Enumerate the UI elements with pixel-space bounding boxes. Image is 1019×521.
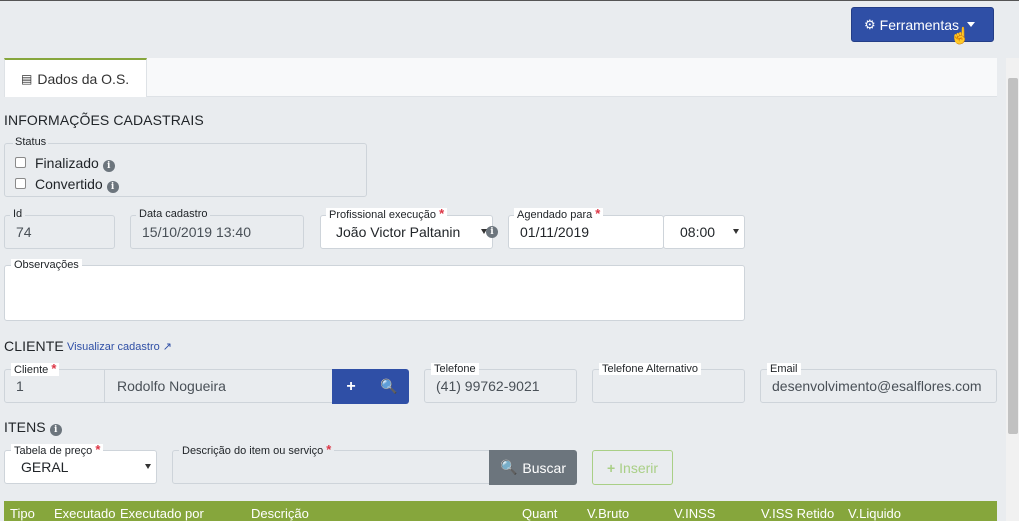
visualizar-cadastro-link[interactable]: Visualizar cadastro ↗ [67,340,172,353]
ferramentas-label: Ferramentas [879,16,960,33]
info-icon: i [49,424,62,436]
agendado-label: Agendado para * [514,206,604,221]
required-icon: * [51,361,57,376]
data-cadastro-field: 15/10/2019 13:40 [130,215,304,249]
external-link-icon: ↗ [162,341,173,353]
section-title-itens: ITENS i [4,419,62,436]
section-title-cliente: CLIENTE [4,338,64,354]
th-tipo: Tipo [10,506,35,521]
required-icon: * [595,206,601,221]
th-v-liquido: V.Liquido [848,506,902,521]
descricao-label: Descrição do item ou serviço * [179,442,335,457]
telefone-label: Telefone [431,363,479,375]
th-quant: Quant [522,506,558,521]
cliente-name-field: Rodolfo Nogueira [104,369,333,403]
th-v-bruto: V.Bruto [587,506,630,521]
info-icon: i [486,226,498,238]
plus-icon: + [606,459,616,476]
id-label: Id [10,208,26,220]
search-icon: 🔍 [380,378,398,394]
tabs-bar: ▤ Dados da O.S. [4,58,997,97]
th-v-inss: V.INSS [674,506,716,521]
info-icon: i [106,181,119,193]
tab-dados-os[interactable]: ▤ Dados da O.S. [4,58,147,97]
tab-label: Dados da O.S. [37,70,130,87]
ferramentas-dropdown-button[interactable]: ⚙ Ferramentas [851,7,994,42]
section-title-info: INFORMAÇÕES CADASTRAIS [4,112,204,128]
info-icon: i [102,160,115,172]
required-icon: * [95,442,101,457]
hand-pointer-icon: ☝ [950,28,970,45]
id-field: 74 [4,215,115,249]
search-cliente-button[interactable]: 🔍 [369,369,409,404]
th-executado: Executado [54,506,116,521]
telefone-alternativo-label: Telefone Alternativo [599,363,702,375]
th-executado-por: Executado por [120,506,204,521]
gears-icon: ⚙ [864,16,876,32]
observacoes-textarea[interactable] [4,265,745,321]
convertido-label: Convertido i [35,176,119,193]
scrollbar-thumb[interactable] [1008,78,1018,434]
profissional-label: Profissional execução * [326,206,448,221]
finalizado-label: Finalizado i [35,155,115,172]
add-cliente-button[interactable]: + [332,369,370,404]
finalizado-checkbox[interactable] [15,157,26,168]
search-icon: 🔍 [499,459,518,475]
select-arrow-icon [733,229,739,234]
select-arrow-icon [145,464,151,469]
plus-icon: + [346,377,356,395]
buscar-button[interactable]: 🔍 Buscar [489,450,577,485]
observacoes-label: Observações [11,259,82,271]
window-top-border [0,0,1019,1]
data-cadastro-label: Data cadastro [136,208,211,220]
convertido-checkbox[interactable] [15,178,26,189]
th-descricao: Descrição [251,506,309,521]
th-v-iss-retido: V.ISS Retido [761,506,835,521]
list-icon: ▤ [21,71,33,86]
cliente-label: Cliente * [11,361,60,376]
email-label: Email [767,363,801,375]
required-icon: * [439,206,445,221]
status-legend: Status [13,136,49,148]
required-icon: * [326,442,332,457]
tabela-preco-label: Tabela de preço * [11,442,104,457]
inserir-button[interactable]: + Inserir [592,450,673,485]
